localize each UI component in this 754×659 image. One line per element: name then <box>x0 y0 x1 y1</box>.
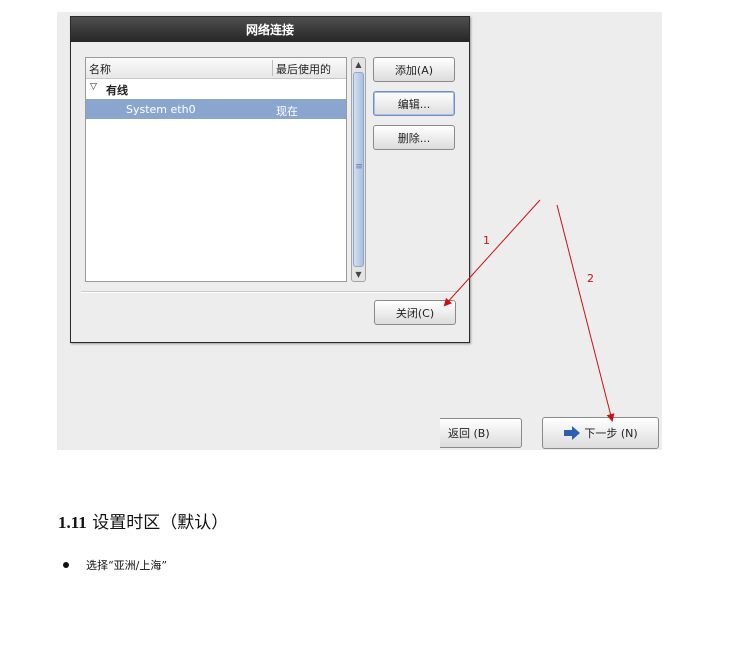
arrow-label-2: 2 <box>587 272 594 285</box>
bullet-icon <box>63 562 69 568</box>
bullet-text: 选择“亚洲/上海” <box>86 559 167 572</box>
arrow-1 <box>443 199 541 307</box>
section-number: 1.11 <box>58 513 87 532</box>
arrow-2 <box>556 204 615 422</box>
section-heading: 1.11 设置时区（默认） <box>58 508 228 533</box>
arrow-label-1: 1 <box>483 234 490 247</box>
section-title: 设置时区（默认） <box>92 513 229 533</box>
